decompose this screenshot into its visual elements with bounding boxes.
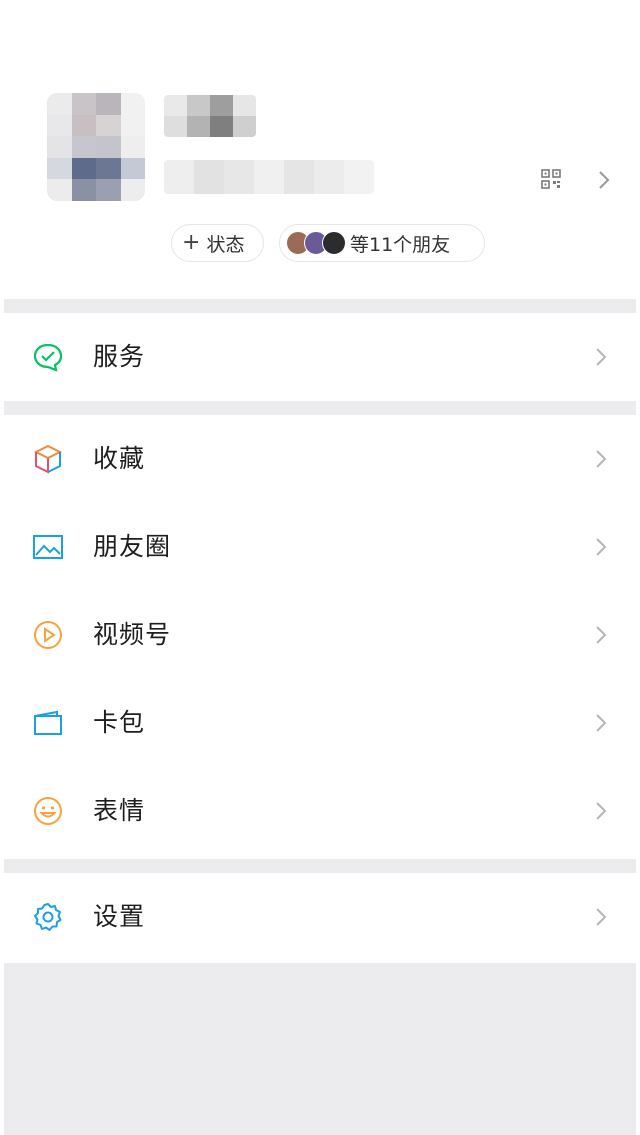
chevron-right-icon <box>596 450 607 468</box>
chevron-right-icon <box>596 714 607 732</box>
menu-item-label: 服务 <box>93 342 146 371</box>
menu-item-label: 朋友圈 <box>93 532 172 561</box>
qr-code-icon[interactable] <box>540 168 562 190</box>
menu-item-label: 视频号 <box>93 620 172 649</box>
menu-item-cards[interactable]: 卡包 <box>4 679 636 767</box>
status-label: 状态 <box>206 233 245 256</box>
section-divider <box>4 859 636 873</box>
gear-icon <box>34 903 62 931</box>
card-wallet-icon <box>34 710 62 735</box>
section-divider <box>4 299 636 313</box>
chevron-right-icon <box>596 802 607 820</box>
chevron-right-icon <box>596 908 607 926</box>
service-icon <box>33 343 63 372</box>
menu-item-label: 设置 <box>93 902 146 931</box>
smiley-icon <box>34 797 62 825</box>
friend-avatar <box>322 231 346 255</box>
friend-avatars <box>286 231 346 255</box>
channels-play-icon <box>34 621 62 649</box>
chevron-right-icon <box>599 171 610 189</box>
wechat-id-blurred <box>164 160 374 194</box>
menu-item-label: 卡包 <box>93 708 146 737</box>
moments-image-icon <box>33 535 63 559</box>
plus-icon: + <box>182 230 201 255</box>
avatar[interactable] <box>47 93 145 201</box>
menu-item-moments[interactable]: 朋友圈 <box>4 503 636 591</box>
chevron-right-icon <box>596 538 607 556</box>
friends-status-button[interactable]: 等11个朋友 <box>279 224 485 262</box>
menu-item-settings[interactable]: 设置 <box>4 873 636 963</box>
menu-item-service[interactable]: 服务 <box>4 313 636 401</box>
section-divider <box>4 401 636 415</box>
nickname-blurred <box>164 95 256 137</box>
menu-item-favorites[interactable]: 收藏 <box>4 415 636 503</box>
favorites-cube-icon <box>33 444 63 474</box>
friends-label: 等11个朋友 <box>350 233 451 256</box>
menu-item-stickers[interactable]: 表情 <box>4 767 636 855</box>
me-page: + 状态 等11个朋友 服务 收藏 朋友圈 视频号 卡包 表情 设置 <box>0 0 640 1135</box>
menu-item-label: 收藏 <box>93 444 146 473</box>
bottom-empty-area <box>4 963 636 1135</box>
menu-item-label: 表情 <box>93 796 146 825</box>
menu-item-channels[interactable]: 视频号 <box>4 591 636 679</box>
chevron-right-icon <box>596 626 607 644</box>
chevron-right-icon <box>596 348 607 366</box>
status-button[interactable]: + 状态 <box>171 224 264 262</box>
profile-header[interactable]: + 状态 等11个朋友 <box>4 0 636 299</box>
